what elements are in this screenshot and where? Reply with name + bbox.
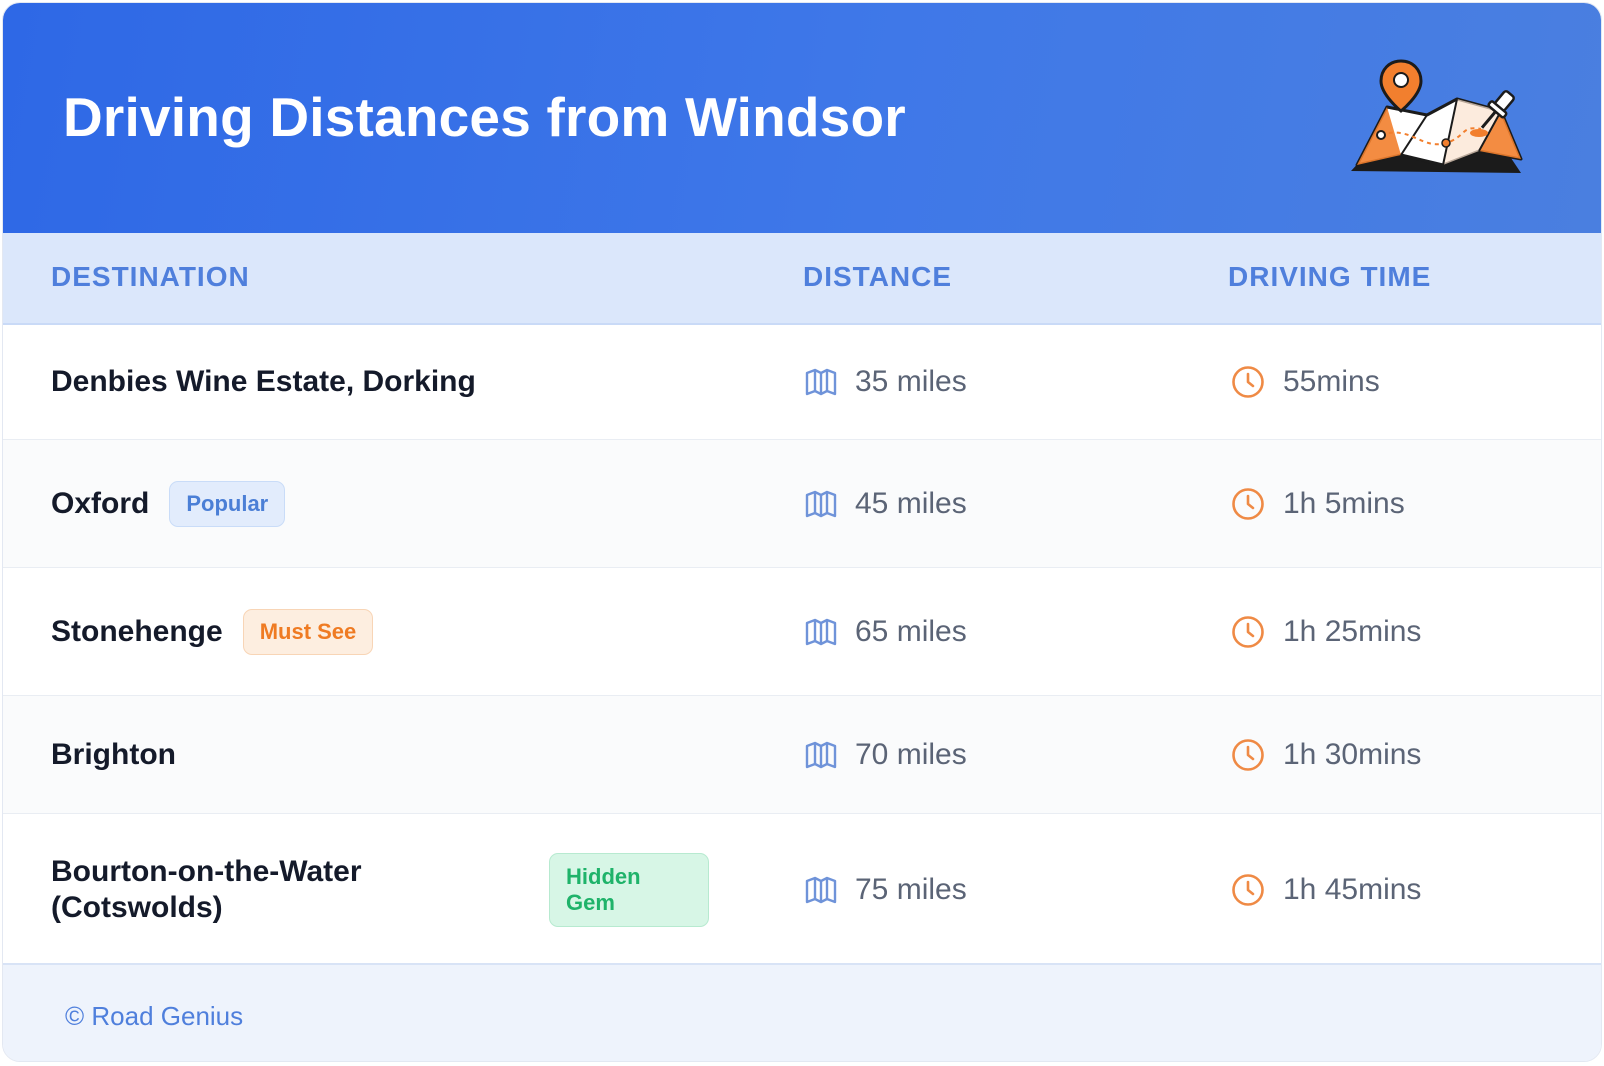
time-cell: 1h 30mins (1231, 738, 1421, 772)
destination-name: Oxford (51, 486, 150, 520)
column-header-distance: DISTANCE (803, 261, 953, 292)
must-see-badge: Must See (242, 608, 374, 655)
time-value: 55mins (1283, 365, 1380, 398)
time-cell: 1h 5mins (1231, 487, 1405, 521)
clock-icon (1231, 873, 1265, 907)
distance-cell: 35 miles (805, 365, 967, 399)
destination-cell: Oxford Popular (51, 480, 286, 527)
table-row: Oxford Popular 45 miles 1h 5mins (3, 440, 1601, 568)
distance-value: 65 miles (855, 614, 967, 648)
destination-cell: Stonehenge Must See (51, 608, 374, 655)
map-icon (805, 876, 837, 904)
map-icon (805, 741, 837, 769)
distance-value: 75 miles (855, 872, 967, 906)
clock-icon (1231, 615, 1265, 649)
distance-table-card: Driving Distances from Windsor DESTINATI… (2, 2, 1602, 1062)
time-value: 1h 25mins (1283, 614, 1422, 648)
destination-name: Bourton-on-the-Water (Cotswolds) (51, 854, 362, 924)
time-value: 1h 45mins (1283, 872, 1422, 906)
destination-name: Brighton (51, 737, 176, 771)
time-value: 1h 30mins (1283, 737, 1422, 771)
column-header-destination: DESTINATION (51, 261, 250, 292)
popular-badge: Popular (169, 480, 286, 527)
distance-cell: 70 miles (805, 738, 967, 772)
distance-value: 70 miles (855, 737, 967, 771)
distance-cell: 65 miles (805, 615, 967, 649)
destination-name: Denbies Wine Estate, Dorking (51, 365, 476, 398)
column-header-driving-time: DRIVING TIME (1228, 261, 1432, 292)
clock-icon (1231, 487, 1265, 521)
time-cell: 55mins (1231, 365, 1380, 399)
destination-cell: Bourton-on-the-Water (Cotswolds) (51, 854, 501, 926)
badge-cell: Hidden Gem (549, 852, 709, 927)
map-icon (805, 368, 837, 396)
map-with-pins-icon (1351, 55, 1531, 185)
map-icon (805, 490, 837, 518)
table-body: Denbies Wine Estate, Dorking 35 miles 55… (3, 325, 1601, 966)
distance-cell: 75 miles (805, 873, 967, 907)
distance-cell: 45 miles (805, 487, 967, 521)
table-row: Bourton-on-the-Water (Cotswolds) Hidden … (3, 814, 1601, 966)
clock-icon (1231, 365, 1265, 399)
destination-cell: Brighton (51, 737, 176, 773)
table-column-headers: DESTINATION DISTANCE DRIVING TIME (3, 233, 1601, 325)
footer: © Road Genius (3, 963, 1601, 1061)
time-cell: 1h 25mins (1231, 615, 1421, 649)
copyright-link[interactable]: © Road Genius (65, 1001, 243, 1032)
time-value: 1h 5mins (1283, 486, 1405, 520)
map-icon (805, 618, 837, 646)
distance-value: 35 miles (855, 365, 967, 398)
page-title: Driving Distances from Windsor (63, 86, 906, 148)
time-cell: 1h 45mins (1231, 873, 1421, 907)
clock-icon (1231, 738, 1265, 772)
table-header-banner: Driving Distances from Windsor (3, 3, 1601, 233)
hidden-gem-badge: Hidden Gem (549, 852, 709, 927)
distance-value: 45 miles (855, 486, 967, 520)
destination-cell: Denbies Wine Estate, Dorking (51, 364, 476, 400)
table-row: Brighton 70 miles 1h 30mins (3, 696, 1601, 814)
table-row: Stonehenge Must See 65 miles 1h 25mins (3, 568, 1601, 696)
table-row: Denbies Wine Estate, Dorking 35 miles 55… (3, 325, 1601, 440)
destination-name: Stonehenge (51, 614, 223, 648)
